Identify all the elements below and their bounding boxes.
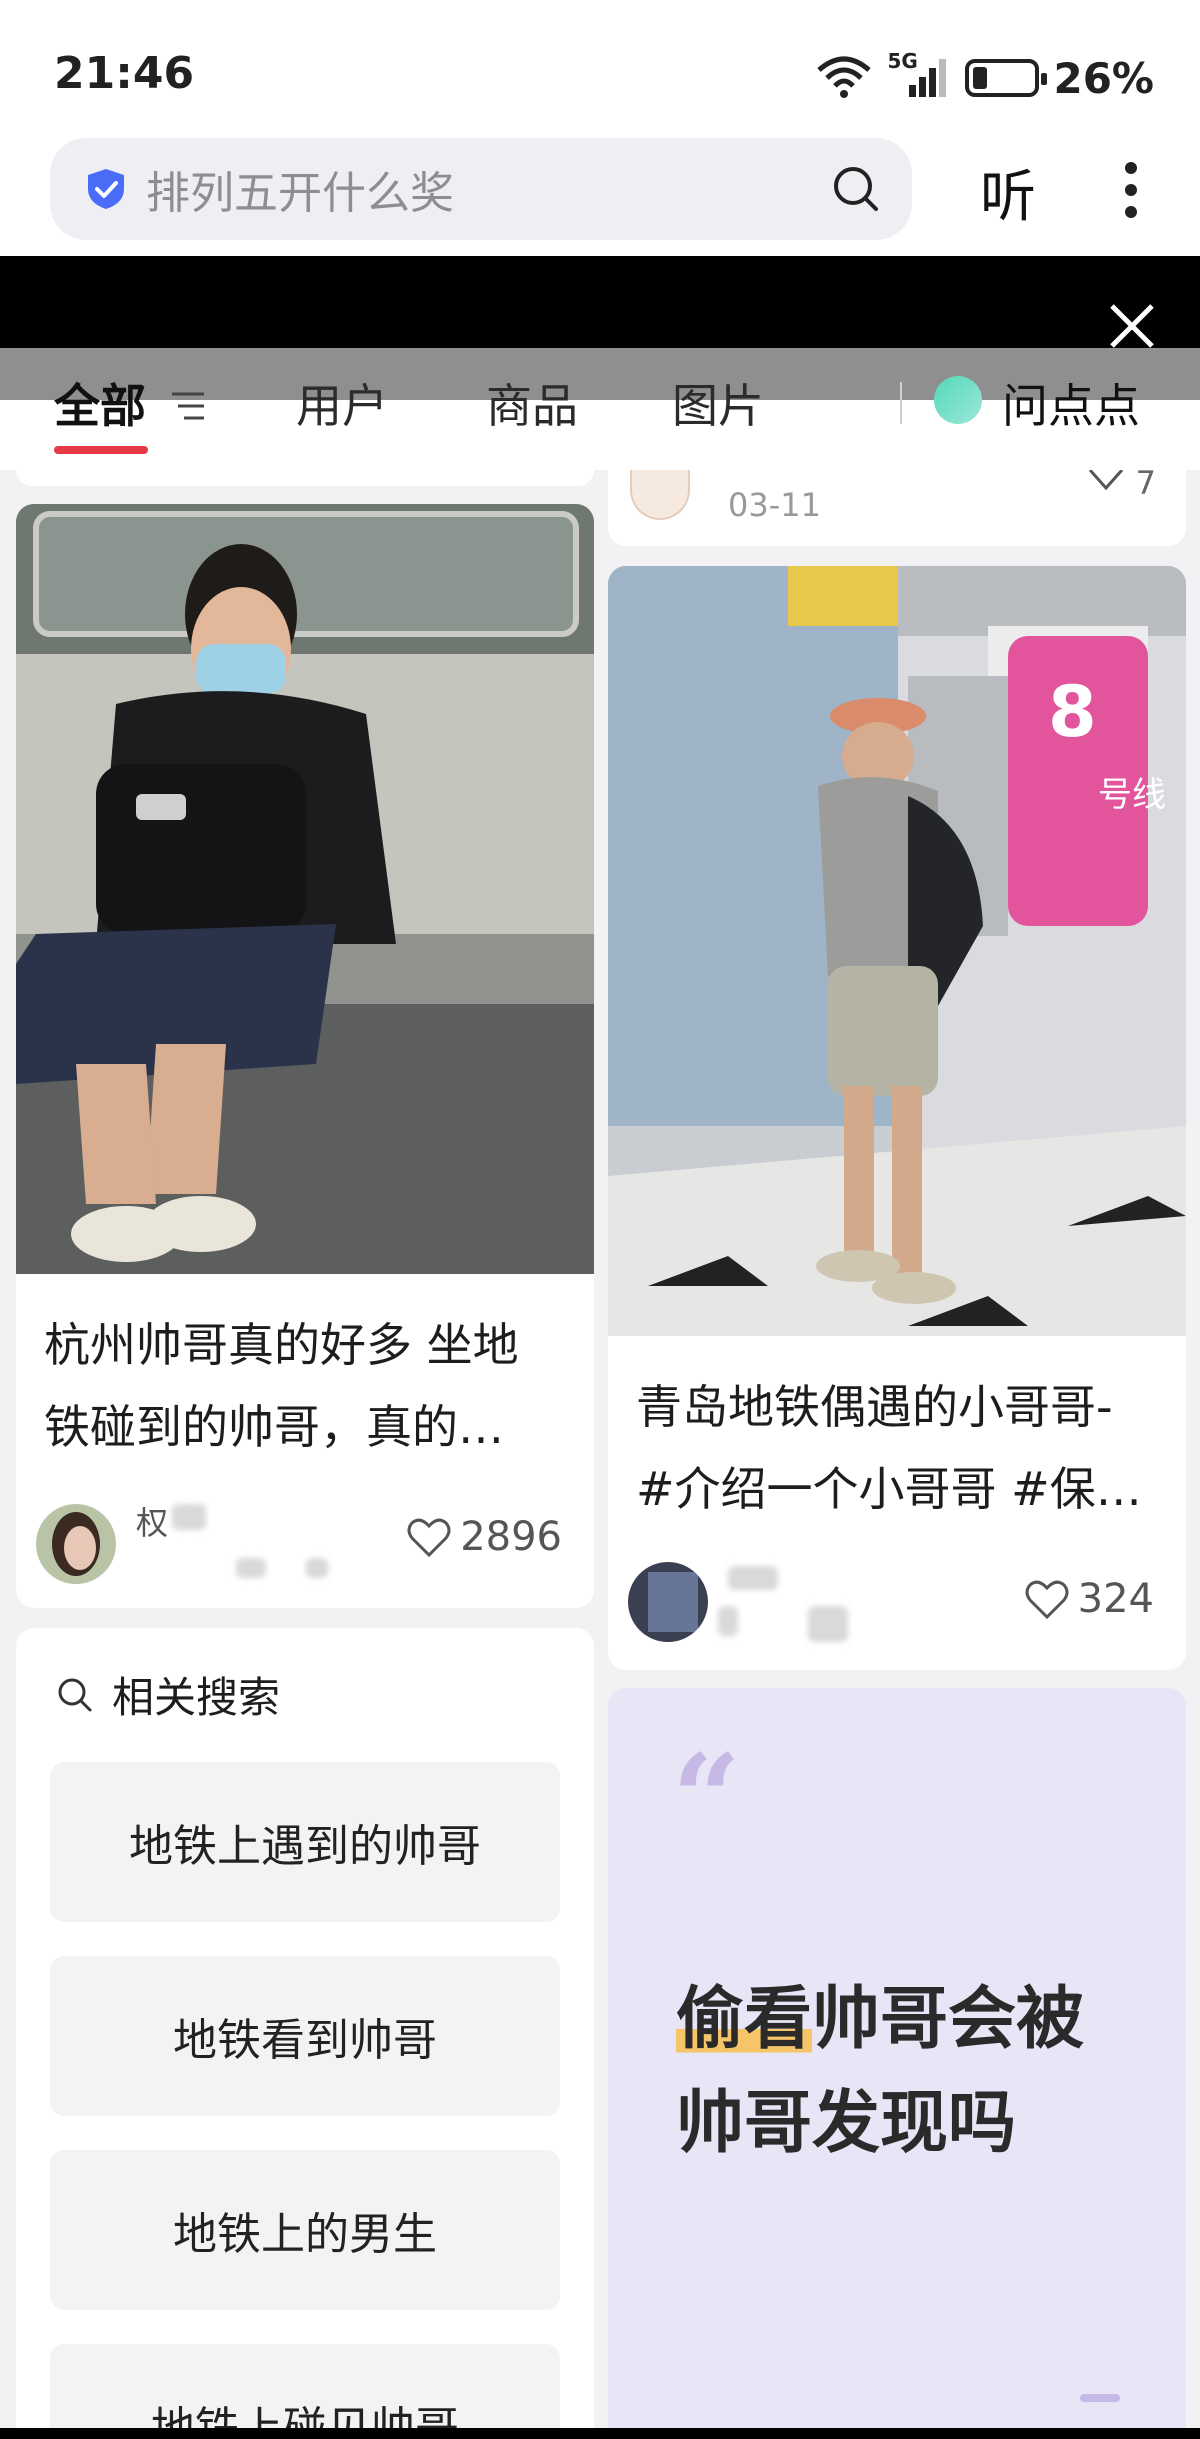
qa-text-part: 帅哥发现吗 bbox=[676, 2084, 1017, 2163]
post-title-line: 青岛地铁偶遇的小哥哥- bbox=[636, 1380, 1113, 1434]
post-title-line: #介绍一个小哥哥 #保… bbox=[636, 1462, 1142, 1516]
decorative-dash bbox=[1080, 2394, 1120, 2402]
post-card[interactable]: 杭州帅哥真的好多 坐地 铁碰到的帅哥，真的… 权 2896 bbox=[16, 504, 594, 1608]
qa-question: 偷看帅哥会被 帅哥发现吗 bbox=[676, 1968, 1146, 2176]
signal-icon: 5G bbox=[887, 49, 951, 101]
post-title: 青岛地铁偶遇的小哥哥- #介绍一个小哥哥 #保… bbox=[636, 1366, 1166, 1530]
blurred-author bbox=[306, 1558, 328, 1578]
quote-icon: “ bbox=[672, 1728, 742, 1869]
related-search-item[interactable]: 地铁看到帅哥 bbox=[50, 1956, 560, 2116]
status-bar: 21:46 5G 26% bbox=[0, 0, 1200, 140]
search-placeholder: 排列五开什么奖 bbox=[146, 168, 454, 219]
related-search-item[interactable]: 地铁上碰见帅哥 bbox=[50, 2344, 560, 2439]
qa-text-part: 帅哥会被 bbox=[812, 1980, 1085, 2059]
wifi-icon bbox=[817, 56, 872, 98]
tab-divider bbox=[900, 382, 902, 424]
tab-images[interactable]: 图片 bbox=[672, 370, 764, 436]
qa-highlight: 偷看 bbox=[676, 1980, 813, 2059]
like-count: 2896 bbox=[460, 1514, 562, 1560]
tab-products[interactable]: 商品 bbox=[486, 370, 578, 436]
blurred-author bbox=[718, 1606, 738, 1636]
heart-icon bbox=[1025, 1580, 1069, 1620]
related-search-item[interactable]: 地铁上的男生 bbox=[50, 2150, 560, 2310]
card-stub[interactable]: 03-11 7 bbox=[608, 470, 1186, 546]
related-header: 相关搜索 bbox=[56, 1664, 280, 1725]
ask-button[interactable]: 问点点 bbox=[1002, 370, 1140, 436]
post-title: 杭州帅哥真的好多 坐地 铁碰到的帅哥，真的… bbox=[44, 1304, 574, 1468]
avatar[interactable] bbox=[628, 1562, 708, 1642]
like-count: 324 bbox=[1077, 1576, 1154, 1622]
status-time: 21:46 bbox=[54, 48, 195, 99]
card-stub bbox=[16, 470, 594, 486]
search-input[interactable]: 排列五开什么奖 bbox=[50, 138, 912, 240]
post-photo bbox=[16, 504, 594, 1274]
heart-icon bbox=[1088, 470, 1124, 491]
blurred-author bbox=[236, 1558, 266, 1578]
avatar bbox=[630, 470, 690, 520]
bottom-edge bbox=[0, 2428, 1200, 2439]
sign-number: 8 bbox=[1048, 671, 1097, 753]
more-menu-icon[interactable] bbox=[1116, 156, 1146, 226]
related-searches: 相关搜索 地铁上遇到的帅哥 地铁看到帅哥 地铁上的男生 地铁上碰见帅哥 bbox=[16, 1628, 594, 2439]
related-title: 相关搜索 bbox=[112, 1673, 281, 1722]
search-icon bbox=[58, 1678, 92, 1711]
post-photo: 8 号线 bbox=[608, 566, 1186, 1336]
qa-card[interactable]: “ 偷看帅哥会被 帅哥发现吗 bbox=[608, 1688, 1186, 2439]
author-name[interactable]: 权 bbox=[136, 1498, 168, 1544]
like-button[interactable]: 324 bbox=[1024, 1576, 1154, 1622]
tab-all[interactable]: 全部 bbox=[54, 370, 146, 436]
heart-icon bbox=[407, 1518, 451, 1558]
like-count: 7 bbox=[1135, 470, 1156, 502]
like-button[interactable]: 2896 bbox=[406, 1514, 562, 1560]
overlay-band bbox=[0, 256, 1200, 348]
blurred-author bbox=[728, 1566, 778, 1590]
related-search-item[interactable]: 地铁上遇到的帅哥 bbox=[50, 1762, 560, 1922]
active-tab-indicator bbox=[54, 446, 148, 454]
battery-percent: 26% bbox=[1053, 53, 1154, 103]
shield-check-icon bbox=[88, 169, 124, 209]
sign-text: 号线 bbox=[1098, 775, 1166, 815]
post-card[interactable]: 8 号线 青岛地铁偶遇的小哥哥- #介绍一个小哥哥 #保… 324 bbox=[608, 566, 1186, 1670]
search-header: 排列五开什么奖 听 bbox=[0, 130, 1200, 256]
battery-icon bbox=[965, 59, 1048, 97]
listen-button[interactable]: 听 bbox=[980, 152, 1036, 233]
filter-icon[interactable] bbox=[168, 388, 208, 424]
ask-logo-icon bbox=[934, 376, 982, 424]
tab-users[interactable]: 用户 bbox=[296, 370, 388, 436]
close-icon[interactable] bbox=[1106, 300, 1158, 352]
post-date: 03-11 bbox=[728, 486, 821, 524]
search-icon[interactable] bbox=[830, 163, 882, 215]
blurred-author bbox=[172, 1504, 206, 1530]
post-title-line: 杭州帅哥真的好多 坐地 bbox=[44, 1318, 519, 1372]
status-icons: 5G 26% bbox=[815, 48, 1154, 108]
post-title-line: 铁碰到的帅哥，真的… bbox=[44, 1400, 504, 1454]
blurred-author bbox=[808, 1606, 848, 1642]
avatar[interactable] bbox=[36, 1504, 116, 1584]
